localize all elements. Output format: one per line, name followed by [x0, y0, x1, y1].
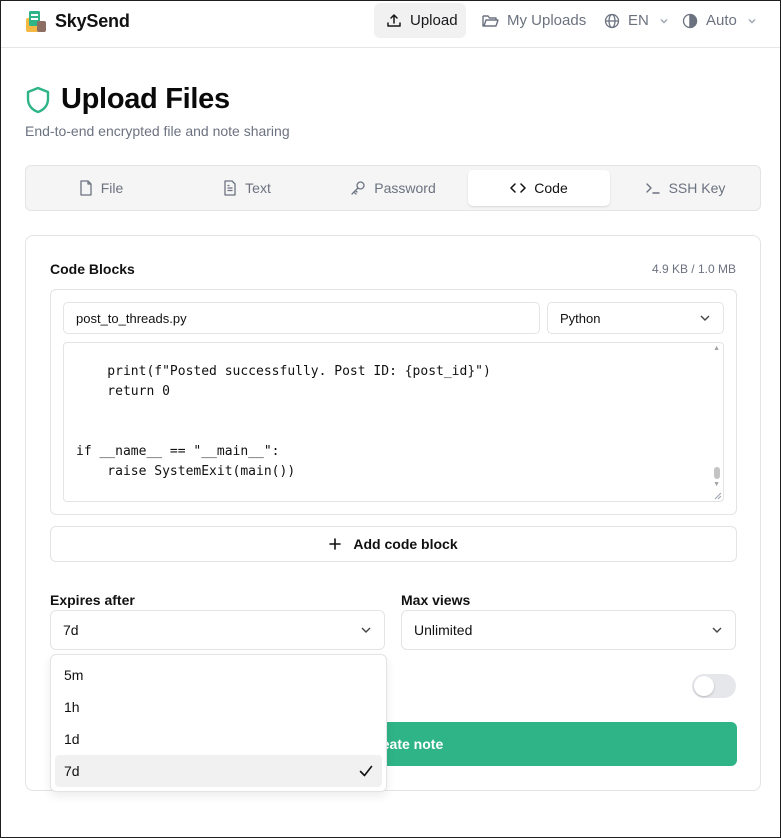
terminal-icon — [645, 183, 660, 194]
language-value: Python — [560, 310, 601, 326]
toggle-knob — [694, 676, 714, 696]
code-line: raise SystemExit(main()) — [76, 464, 296, 479]
check-icon — [359, 765, 373, 777]
chevron-down-icon — [660, 18, 668, 23]
code-line: return 0 — [76, 384, 170, 399]
nav-my-uploads[interactable]: My Uploads — [470, 3, 598, 38]
chevron-down-icon — [361, 627, 371, 633]
nav-my-uploads-label: My Uploads — [507, 12, 587, 29]
logo-icon — [26, 11, 46, 32]
scroll-down-arrow-icon[interactable]: ▼ — [713, 481, 720, 488]
tab-ssh-key-label: SSH Key — [668, 180, 726, 196]
tab-file-label: File — [100, 180, 124, 196]
upload-icon — [387, 13, 401, 27]
language-select[interactable]: EN — [592, 3, 681, 38]
app-name: SkySend — [55, 10, 130, 31]
scrollbar-thumb[interactable] — [714, 467, 720, 479]
expires-label: Expires after — [50, 592, 135, 608]
tab-password[interactable]: Password — [322, 170, 464, 206]
resize-grip-icon[interactable] — [713, 491, 722, 500]
tab-file[interactable]: File — [30, 170, 172, 206]
expires-option[interactable]: 1d — [55, 723, 382, 755]
globe-icon — [604, 13, 620, 28]
nav-upload-label: Upload — [410, 12, 458, 29]
expires-option-label: 1d — [64, 731, 80, 747]
plus-icon — [329, 538, 342, 550]
page-title: Upload Files — [61, 83, 230, 115]
upload-type-tabs: File Text Password Code SSH Key — [25, 165, 761, 211]
expires-value: 7d — [63, 622, 79, 638]
tab-code[interactable]: Code — [468, 170, 610, 206]
tab-text-label: Text — [245, 180, 271, 196]
expires-option-selected[interactable]: 7d — [55, 755, 382, 787]
tab-code-label: Code — [534, 180, 568, 196]
expires-dropdown-menu: 5m 1h 1d 7d — [50, 654, 387, 792]
text-icon — [224, 180, 236, 196]
chevron-down-icon — [700, 315, 710, 321]
language-dropdown[interactable]: Python — [547, 302, 724, 334]
key-icon — [351, 181, 365, 195]
theme-icon — [682, 13, 698, 28]
add-code-block-button[interactable]: Add code block — [50, 526, 737, 562]
tab-ssh-key[interactable]: SSH Key — [614, 170, 756, 206]
expires-option-label: 5m — [64, 667, 84, 683]
max-views-select[interactable]: Unlimited — [401, 610, 736, 650]
tab-text[interactable]: Text — [176, 170, 318, 206]
theme-label: Auto — [706, 12, 737, 29]
top-header: SkySend Upload My Uploads EN Auto — [1, 1, 780, 48]
page-subtitle: End-to-end encrypted file and note shari… — [25, 123, 290, 139]
password-toggle[interactable] — [692, 674, 736, 698]
expires-option[interactable]: 5m — [55, 659, 382, 691]
code-blocks-title: Code Blocks — [50, 261, 135, 277]
file-icon — [80, 180, 92, 196]
max-views-value: Unlimited — [414, 622, 473, 638]
tab-password-label: Password — [374, 180, 436, 196]
brand[interactable]: SkySend — [25, 9, 130, 33]
code-line: print(f"Posted successfully. Post ID: {p… — [76, 364, 491, 379]
code-icon — [510, 183, 527, 193]
expires-select[interactable]: 7d — [50, 610, 385, 650]
shield-icon — [26, 86, 50, 114]
expires-option-label: 7d — [64, 763, 80, 779]
expires-option[interactable]: 1h — [55, 691, 382, 723]
scroll-up-arrow-icon[interactable]: ▲ — [713, 345, 720, 352]
filename-input[interactable]: post_to_threads.py — [63, 302, 540, 334]
chevron-down-icon — [712, 627, 722, 633]
max-views-label: Max views — [401, 592, 471, 608]
code-editor[interactable]: print(f"Posted successfully. Post ID: {p… — [63, 342, 724, 502]
code-line: if __name__ == "__main__": — [76, 444, 280, 459]
scrollbar[interactable]: ▲ ▼ — [711, 343, 723, 501]
add-code-block-label: Add code block — [353, 536, 458, 552]
code-block: post_to_threads.py Python print(f"Posted… — [50, 289, 737, 515]
expires-option-label: 1h — [64, 699, 80, 715]
theme-select[interactable]: Auto — [670, 3, 769, 38]
language-label: EN — [628, 12, 649, 29]
nav-upload[interactable]: Upload — [374, 3, 466, 38]
chevron-down-icon — [748, 18, 756, 23]
folder-icon — [482, 15, 499, 27]
size-indicator: 4.9 KB / 1.0 MB — [651, 262, 736, 276]
